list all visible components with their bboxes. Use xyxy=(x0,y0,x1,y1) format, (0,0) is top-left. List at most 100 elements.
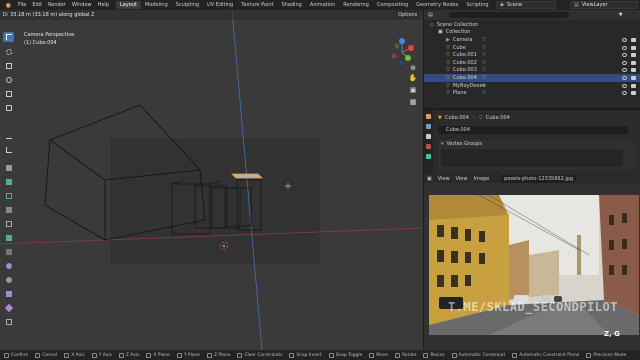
properties-panel: ▼ Cube.004 › ▽ Cube.004 Cube.004 ▾ Verte… xyxy=(424,110,640,174)
select-tool-button[interactable] xyxy=(3,32,14,42)
key-icon xyxy=(118,352,124,358)
tab-geometry-nodes[interactable]: Geometry Nodes xyxy=(412,1,462,9)
grid-icon[interactable]: ▦ xyxy=(408,98,418,110)
vertex-groups-header[interactable]: ▾ Vertex Groups xyxy=(438,140,636,148)
image-editor-image-menu[interactable]: Image xyxy=(473,176,489,182)
status-hint-label: Automatic Constraint xyxy=(458,352,506,358)
tab-layout[interactable]: Layout xyxy=(116,1,141,9)
visibility-eye-icon[interactable] xyxy=(622,37,627,42)
filter-icon[interactable]: ▼ xyxy=(619,12,623,18)
properties-breadcrumb: ▼ Cube.004 › ▽ Cube.004 xyxy=(438,113,636,122)
tool-tab-icon[interactable] xyxy=(426,114,431,119)
inset-tool-button[interactable] xyxy=(3,191,14,201)
image-editor-view-menu[interactable]: View xyxy=(456,176,468,182)
options-button[interactable]: Options xyxy=(396,11,420,19)
mesh-data-name-field[interactable]: Cube.004 xyxy=(438,126,628,134)
cursor-tool-button[interactable] xyxy=(3,47,14,57)
extrude-tool-button[interactable] xyxy=(3,177,14,187)
render-camera-icon[interactable] xyxy=(631,53,636,58)
menu-help[interactable]: Help xyxy=(95,2,112,8)
render-camera-icon[interactable] xyxy=(631,91,636,96)
visibility-eye-icon[interactable] xyxy=(622,45,627,50)
viewport-canvas[interactable] xyxy=(0,10,423,350)
outliner-item[interactable]: ▽ Cube.001 ▽ xyxy=(424,51,640,59)
rotate-tool-button[interactable] xyxy=(3,75,14,85)
poly-build-icon xyxy=(5,249,12,255)
image-name-field[interactable]: pexels-photo-12335662.jpg xyxy=(501,174,577,183)
visibility-eye-icon[interactable] xyxy=(622,53,627,58)
render-camera-icon[interactable] xyxy=(631,45,636,50)
tab-uv-editing[interactable]: UV Editing xyxy=(203,1,237,9)
tab-texture-paint[interactable]: Texture Paint xyxy=(237,1,277,9)
status-hint: Clear Constraints xyxy=(237,352,282,358)
outliner-item[interactable]: ▶ Camera ▽ xyxy=(424,36,640,44)
mesh-tab-icon[interactable] xyxy=(426,154,431,159)
render-camera-icon[interactable] xyxy=(631,60,636,65)
pan-hand-icon[interactable]: ✋ xyxy=(408,74,418,86)
edge-slide-tool-button[interactable] xyxy=(3,289,14,299)
scene-tab-icon[interactable] xyxy=(426,144,431,149)
output-tab-icon[interactable] xyxy=(426,134,431,139)
render-camera-icon[interactable] xyxy=(631,68,636,73)
blender-logo-icon[interactable] xyxy=(3,1,12,9)
status-hint: Y Plane xyxy=(176,352,200,358)
menu-render[interactable]: Render xyxy=(45,2,69,8)
outliner-editor-icon[interactable]: ▤ xyxy=(428,12,433,18)
shrink-tool-button[interactable] xyxy=(3,303,14,313)
loop-cut-tool-button[interactable] xyxy=(3,219,14,229)
bevel-icon xyxy=(5,207,12,213)
shear-tool-button[interactable] xyxy=(3,317,14,327)
bevel-tool-button[interactable] xyxy=(3,205,14,215)
move-tool-button[interactable] xyxy=(3,61,14,71)
add-cube-tool-button[interactable] xyxy=(3,163,14,173)
image-editor-icon[interactable]: ▣ xyxy=(427,176,432,182)
outliner-item[interactable]: ▽ Cube.003 ▽ xyxy=(424,67,640,75)
outliner-item[interactable]: ◇ Scene Collection xyxy=(424,21,640,29)
status-hint: Snap Toggle xyxy=(328,352,362,358)
tab-modeling[interactable]: Modeling xyxy=(141,1,172,9)
tab-animation[interactable]: Animation xyxy=(306,1,340,9)
visibility-eye-icon[interactable] xyxy=(622,91,627,96)
render-tab-icon[interactable] xyxy=(426,124,431,129)
outliner-search-input[interactable] xyxy=(448,12,569,18)
tab-scripting[interactable]: Scripting xyxy=(462,1,492,9)
key-icon xyxy=(146,352,152,358)
outliner-item[interactable]: ▽ Cube.002 ▽ xyxy=(424,59,640,67)
smooth-tool-button[interactable] xyxy=(3,275,14,285)
menu-file[interactable]: File xyxy=(15,2,29,8)
annotate-tool-button[interactable] xyxy=(3,131,14,141)
visibility-eye-icon[interactable] xyxy=(622,83,627,88)
view-layer-selector[interactable]: ▤ ViewLayer xyxy=(570,1,638,9)
zoom-icon[interactable]: ⊕ xyxy=(408,64,418,74)
visibility-eye-icon[interactable] xyxy=(622,60,627,65)
scene-selector[interactable]: ◆ Scene xyxy=(496,1,556,9)
transform-tool-button[interactable] xyxy=(3,103,14,113)
tab-sculpting[interactable]: Sculpting xyxy=(172,1,203,9)
image-editor-view-dropdown[interactable]: View xyxy=(438,176,450,182)
spin-tool-button[interactable] xyxy=(3,261,14,271)
tab-rendering[interactable]: Rendering xyxy=(339,1,373,9)
knife-tool-button[interactable] xyxy=(3,233,14,243)
transform-icon xyxy=(5,105,12,111)
render-camera-icon[interactable] xyxy=(631,75,636,80)
outliner-item[interactable]: ▽ Cube.004 ▽ xyxy=(424,74,640,82)
render-camera-icon[interactable] xyxy=(631,37,636,42)
outliner-item[interactable]: ▽ MyBoyDeeee ▽ xyxy=(424,82,640,90)
outliner-item[interactable]: ▽ Plane ▽ xyxy=(424,89,640,97)
tab-compositing[interactable]: Compositing xyxy=(373,1,412,9)
poly-build-tool-button[interactable] xyxy=(3,247,14,257)
outliner-item[interactable]: ▣ Collection xyxy=(424,29,640,37)
vertex-groups-list[interactable] xyxy=(441,149,623,167)
menu-edit[interactable]: Edit xyxy=(29,2,45,8)
tab-shading[interactable]: Shading xyxy=(277,1,305,9)
visibility-eye-icon[interactable] xyxy=(622,68,627,73)
camera-view-icon[interactable]: ▣ xyxy=(408,86,418,98)
render-camera-icon[interactable] xyxy=(631,83,636,88)
measure-tool-button[interactable] xyxy=(3,145,14,155)
menu-window[interactable]: Window xyxy=(69,2,95,8)
3d-viewport[interactable] xyxy=(0,10,423,350)
outliner-item[interactable]: ▽ Cube ▽ xyxy=(424,44,640,52)
visibility-eye-icon[interactable] xyxy=(622,75,627,80)
scale-tool-button[interactable] xyxy=(3,89,14,99)
spin-icon xyxy=(5,263,12,269)
